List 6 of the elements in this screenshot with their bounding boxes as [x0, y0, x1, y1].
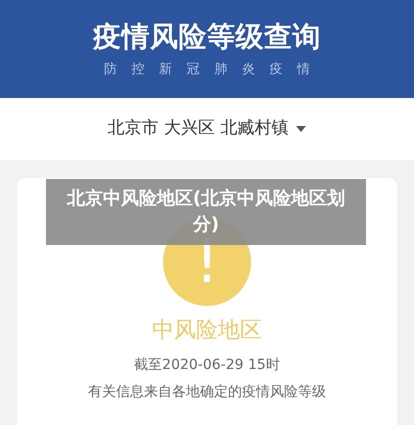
page-subtitle: 防控新冠肺炎疫情 — [103, 62, 325, 76]
update-time: 截至2020-06-29 15时 — [134, 358, 280, 372]
caret-icon — [296, 126, 306, 132]
page-title: 疫情风险等级查询 — [92, 22, 322, 50]
source-note: 有关信息来自各地确定的疫情风险等级 — [88, 385, 326, 399]
risk-level: 中风险地区 — [152, 320, 262, 342]
